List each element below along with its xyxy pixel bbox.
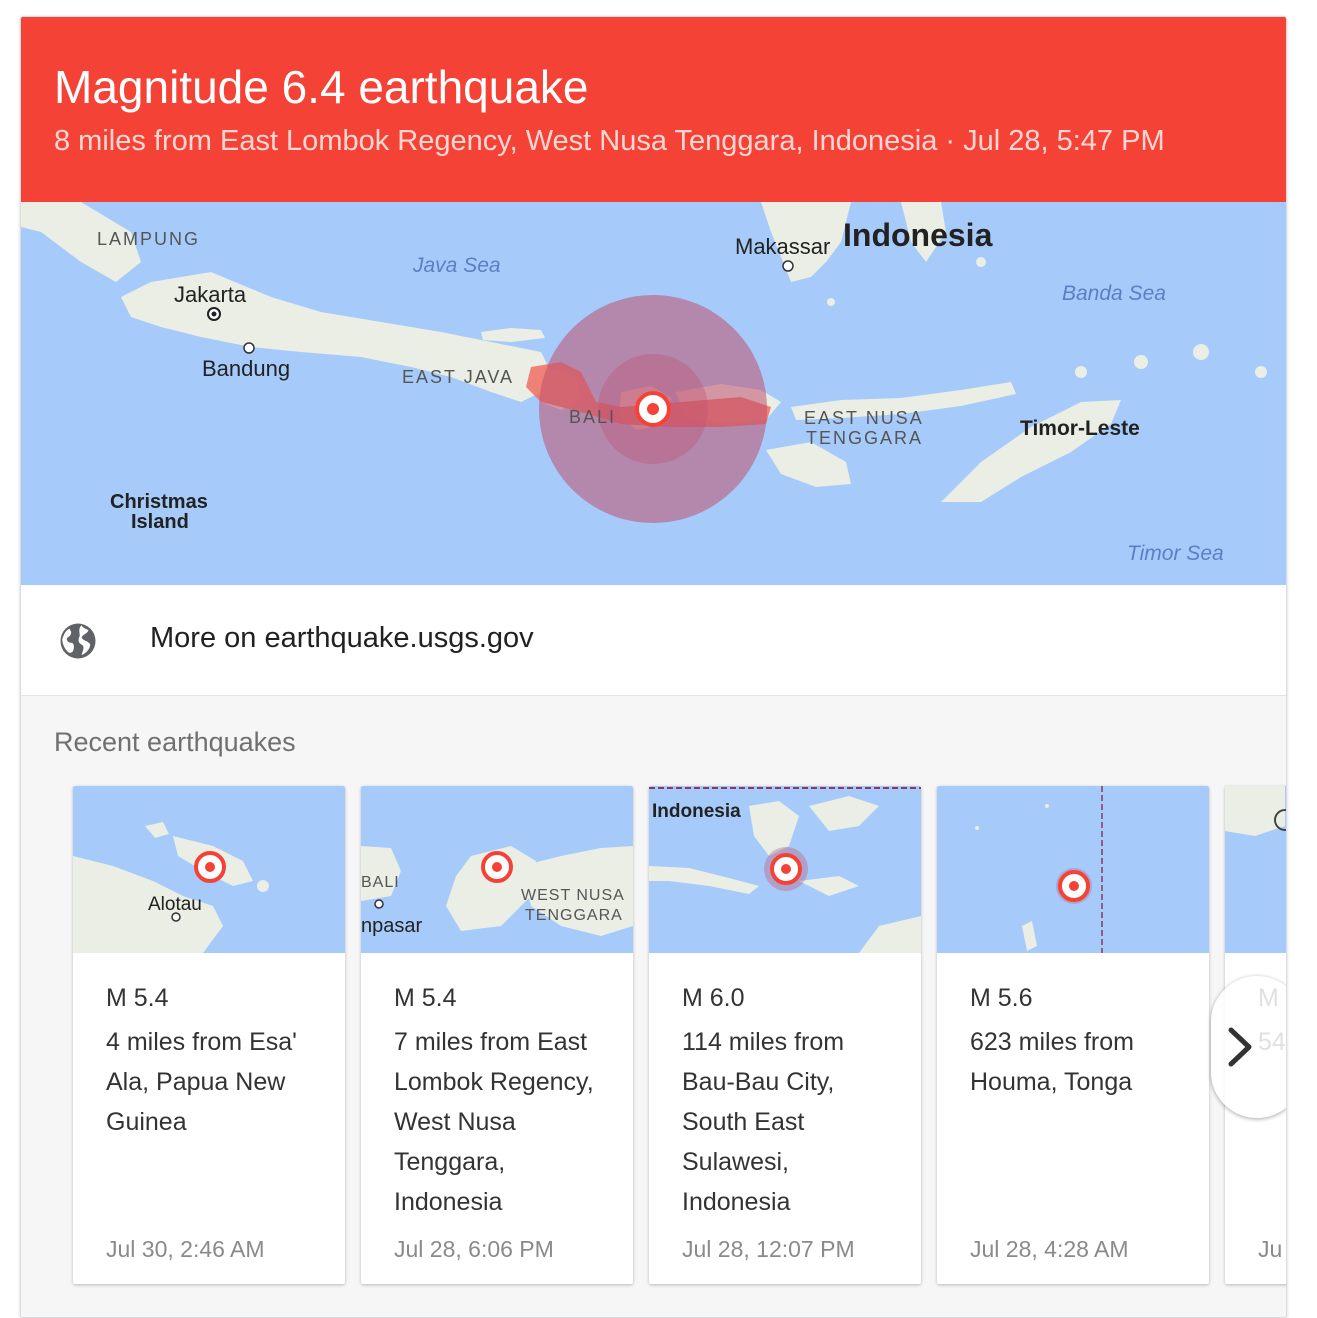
map-label-christmas-2: Island [131,511,189,533]
recent-earthquake-card[interactable]: BALI npasar WEST NUSA TENGGARA M 5.4 7 m… [361,786,633,1284]
card-location: 623 miles from Houma, Tonga [970,1028,1134,1096]
map-label-timor-sea: Timor Sea [1127,542,1224,565]
map-label-makassar: Makassar [735,234,830,259]
next-button[interactable] [1211,976,1286,1118]
card-map-label: Alotau [148,894,202,915]
usgs-link[interactable]: More on earthquake.usgs.gov [150,622,534,655]
card-magnitude: M 6.0 [682,984,745,1012]
card-time: Jul 28, 12:07 PM [682,1236,855,1262]
map-label-bali: BALI [569,407,616,427]
recent-earthquake-map: BALI npasar WEST NUSA TENGGARA [361,786,633,953]
map-label-bandung: Bandung [202,356,290,381]
recent-earthquakes-title: Recent earthquakes [54,727,296,757]
recent-earthquakes-section: Recent earthquakes Alotau M 5.4 4 miles … [21,696,1286,1317]
map-label-east-java: EAST JAVA [402,367,514,387]
globe-icon [60,623,96,659]
earthquake-map[interactable]: LAMPUNG Java Sea Makassar Indonesia Band… [21,202,1286,585]
map-canvas: LAMPUNG Java Sea Makassar Indonesia Band… [21,202,1267,565]
card-magnitude: M 5.4 [106,984,169,1012]
recent-earthquake-map [1225,786,1286,953]
card-time: Jul 30, 2:46 AM [106,1236,265,1262]
map-label-east-nusa-2: TENGGARA [806,428,923,448]
map-label-java-sea: Java Sea [412,254,501,277]
map-label-banda-sea: Banda Sea [1062,282,1166,305]
map-label-lampung: LAMPUNG [97,229,200,249]
recent-earthquake-card[interactable]: Alotau M 5.4 4 miles from Esa' Ala, Papu… [73,786,345,1284]
card-location: 7 miles from East Lombok Regency, West N… [394,1028,594,1216]
recent-earthquake-map: Indonesia [649,786,921,953]
earthquake-subtitle: 8 miles from East Lombok Regency, West N… [54,125,1165,157]
recent-earthquake-map: Alotau [73,786,345,953]
card-map-label: BALI [361,874,400,891]
earthquake-title: Magnitude 6.4 earthquake [54,61,589,113]
card-magnitude: M 5.4 [394,984,457,1012]
map-label-indonesia: Indonesia [843,217,993,253]
earthquake-header: Magnitude 6.4 earthquake 8 miles from Ea… [21,17,1286,202]
card-map-label: TENGGARA [525,907,623,924]
card-time: Jul 28, 4:28 AM [970,1236,1129,1262]
usgs-link-row[interactable]: More on earthquake.usgs.gov [21,585,1286,696]
map-label-east-nusa-1: EAST NUSA [804,408,924,428]
card-map-label: npasar [361,915,422,937]
card-location: 114 miles from Bau-Bau City, South East … [682,1028,845,1216]
map-label-timor-leste: Timor-Leste [1020,417,1140,440]
card-time: Jul 28, 6:06 PM [394,1236,554,1262]
card-magnitude: M 5.6 [970,984,1033,1012]
map-label-christmas-1: Christmas [110,491,208,513]
map-label-jakarta: Jakarta [174,282,247,307]
earthquake-card: Magnitude 6.4 earthquake 8 miles from Ea… [20,16,1287,1318]
card-time: Ju [1258,1236,1283,1262]
card-map-label: WEST NUSA [521,887,625,904]
recent-earthquake-map [937,786,1209,953]
card-map-label: Indonesia [652,801,741,822]
card-location: 4 miles from Esa' Ala, Papua New Guinea [106,1028,297,1136]
chevron-right-icon [1228,1027,1252,1067]
recent-earthquake-card[interactable]: Indonesia M 6.0 114 miles from Bau-Bau C… [649,786,921,1284]
recent-earthquake-card[interactable]: M 5.6 623 miles from Houma, Tonga Jul 28… [937,786,1209,1284]
